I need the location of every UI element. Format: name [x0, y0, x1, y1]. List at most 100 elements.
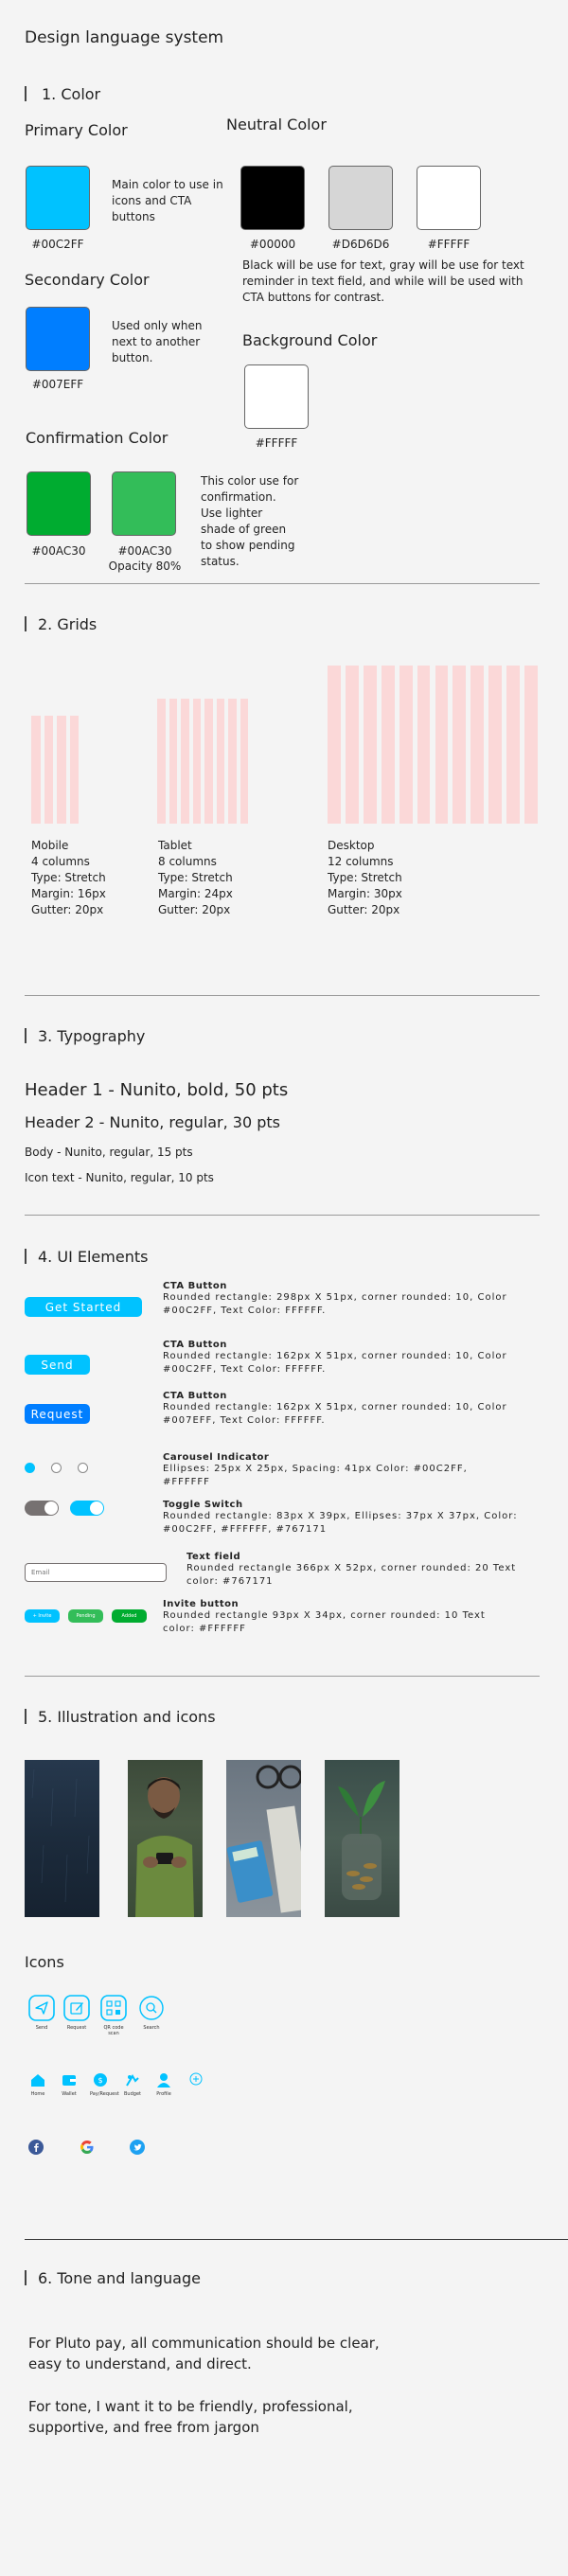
- grid-column: [399, 666, 413, 824]
- grid-column: [169, 699, 177, 824]
- add-icon[interactable]: [189, 2071, 203, 2089]
- cta-desc: Rounded rectangle: 162px X 51px, corner …: [163, 1402, 507, 1426]
- grid-column: [506, 666, 521, 824]
- wallet-icon[interactable]: Wallet: [60, 2072, 79, 2097]
- send-icon[interactable]: Send: [28, 1995, 55, 2031]
- background-swatch: [244, 364, 309, 429]
- typography-body: Body - Nunito, regular, 15 pts: [25, 1146, 193, 1159]
- confirmation-opacity: Opacity 80%: [108, 560, 182, 573]
- neutral-desc: Black will be use for text, gray will be…: [242, 258, 524, 304]
- invite-button[interactable]: + Invite: [25, 1609, 60, 1623]
- grid-column: [69, 716, 79, 824]
- get-started-button[interactable]: Get Started: [25, 1297, 142, 1317]
- invite-desc: Rounded rectangle 93px X 34px, corner ro…: [163, 1610, 486, 1634]
- secondary-desc: Used only when next to another button.: [112, 319, 203, 364]
- grid-columns: 8 columns: [158, 855, 217, 868]
- tablet-grid-info: Tablet 8 columns Type: Stretch Margin: 2…: [158, 838, 233, 918]
- carousel-dot[interactable]: [78, 1463, 88, 1473]
- neutral-gray-hex: #D6D6D6: [331, 238, 390, 251]
- section-title-grids: 2. Grids: [38, 615, 98, 633]
- carousel-dot-active[interactable]: [25, 1463, 35, 1473]
- primary-swatch: [26, 166, 90, 230]
- profile-icon[interactable]: Profile: [154, 2072, 173, 2097]
- grid-column: [181, 699, 189, 824]
- toggle-knob: [90, 1501, 103, 1515]
- textfield-desc: Rounded rectangle 366px X 52px, corner r…: [186, 1563, 517, 1587]
- facebook-icon[interactable]: [28, 2140, 44, 2155]
- budget-icon[interactable]: Budget: [123, 2072, 142, 2097]
- section-marker: [25, 1028, 27, 1043]
- qr-scan-icon[interactable]: QR code scan: [100, 1995, 127, 2036]
- icon-label: Send: [35, 2025, 48, 2031]
- pay-request-icon[interactable]: $ Pay/Request: [90, 2072, 119, 2097]
- section-title-typography: 3. Typography: [38, 1027, 146, 1045]
- illustration-photo-dark: [25, 1760, 99, 1917]
- toggle-knob: [44, 1501, 58, 1515]
- grid-column: [240, 699, 248, 824]
- cta-desc: Rounded rectangle: 162px X 51px, corner …: [163, 1351, 507, 1375]
- carousel-dot[interactable]: [51, 1463, 62, 1473]
- grid-gutter: Gutter: 20px: [31, 903, 104, 916]
- grid-column: [157, 699, 166, 824]
- request-button[interactable]: Request: [25, 1404, 90, 1424]
- grid-column: [524, 666, 538, 824]
- tone-paragraph-2: For tone, I want it to be friendly, prof…: [28, 2398, 353, 2436]
- grid-type: Type: Stretch: [31, 871, 106, 884]
- send-button[interactable]: Send: [25, 1355, 90, 1375]
- grid-column: [417, 666, 431, 824]
- page-title: Design language system: [25, 28, 224, 47]
- section-marker: [25, 616, 27, 631]
- tablet-grid-preview: [157, 699, 248, 824]
- grid-column: [31, 716, 41, 824]
- coins-plant: [338, 1781, 385, 1900]
- grid-gutter: Gutter: 20px: [158, 903, 231, 916]
- carousel-desc: Ellipses: 25px X 25px, Spacing: 41px Col…: [163, 1464, 468, 1487]
- grid-columns: 12 columns: [328, 855, 394, 868]
- section-title-tone: 6. Tone and language: [38, 2269, 201, 2287]
- grid-columns: 4 columns: [31, 855, 90, 868]
- toggle-off[interactable]: [25, 1501, 59, 1516]
- desk-items: [226, 1765, 301, 1913]
- neutral-white-swatch: [417, 166, 481, 230]
- home-icon[interactable]: Home: [28, 2072, 47, 2097]
- google-icon[interactable]: [80, 2140, 95, 2155]
- icons-title: Icons: [25, 1953, 64, 1971]
- twitter-icon[interactable]: [130, 2140, 145, 2155]
- grid-column: [488, 666, 503, 824]
- grid-column: [328, 666, 341, 824]
- desktop-grid-preview: [328, 666, 538, 824]
- request-icon[interactable]: Request: [63, 1995, 90, 2031]
- confirmation-light-hex: #00AC30: [117, 544, 172, 558]
- grid-margin: Margin: 24px: [158, 887, 233, 900]
- secondary-hex: #007EFF: [31, 378, 84, 391]
- desktop-grid-info: Desktop 12 columns Type: Stretch Margin:…: [328, 838, 402, 918]
- grid-gutter: Gutter: 20px: [328, 903, 400, 916]
- divider: [25, 995, 540, 996]
- grid-column: [216, 699, 224, 824]
- grid-name: Tablet: [158, 839, 192, 852]
- pending-button[interactable]: Pending: [68, 1609, 103, 1623]
- grid-column: [57, 716, 66, 824]
- grid-name: Mobile: [31, 839, 69, 852]
- toggle-on[interactable]: [70, 1501, 104, 1516]
- tone-paragraph-1: For Pluto pay, all communication should …: [28, 2335, 380, 2372]
- icon-label: QR code scan: [103, 2025, 124, 2036]
- email-field[interactable]: [25, 1563, 167, 1582]
- added-button[interactable]: Added: [112, 1609, 147, 1623]
- neutral-black-hex: #00000: [249, 238, 296, 251]
- divider: [25, 583, 540, 584]
- icon-label: Profile: [156, 2091, 171, 2097]
- icon-label: Budget: [124, 2091, 141, 2097]
- grid-column: [435, 666, 449, 824]
- icon-label: Search: [143, 2025, 160, 2031]
- neutral-white-hex: #FFFFF: [427, 238, 470, 251]
- illustration-photo-coins: [325, 1760, 399, 1917]
- divider: [25, 1215, 540, 1216]
- grid-column: [192, 699, 201, 824]
- search-icon[interactable]: Search: [138, 1995, 165, 2031]
- background-color-title: Background Color: [242, 331, 378, 349]
- confirmation-swatch: [27, 471, 91, 536]
- typography-h1: Header 1 - Nunito, bold, 50 pts: [25, 1080, 289, 1100]
- grid-column: [204, 699, 213, 824]
- grid-column: [345, 666, 359, 824]
